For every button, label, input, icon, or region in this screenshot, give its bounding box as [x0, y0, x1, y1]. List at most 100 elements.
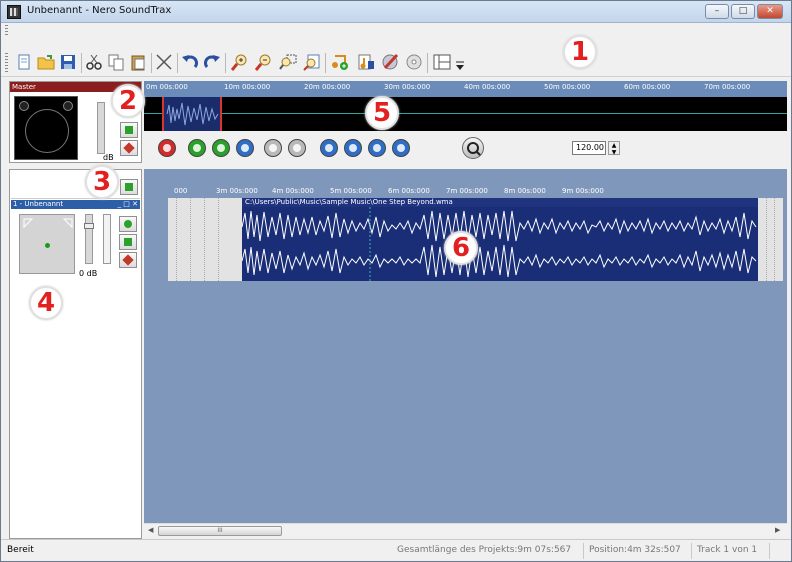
status-ready: Bereit	[7, 545, 34, 555]
redo-icon[interactable]	[203, 53, 221, 71]
app-icon[interactable]	[7, 5, 21, 19]
cd-icon[interactable]	[405, 53, 423, 71]
track-volume-slider[interactable]	[84, 214, 94, 264]
dropdown-icon[interactable]	[455, 59, 465, 71]
track-level-meter	[103, 214, 111, 264]
menu-grip[interactable]	[5, 25, 8, 35]
window-title: Unbenannt - Nero SoundTrax	[27, 5, 172, 16]
track-effects-button[interactable]	[119, 252, 137, 268]
track-column: 1 - Unbenannt _ □ ✕ 0 dB	[9, 169, 142, 539]
minimize-button[interactable]: –	[705, 4, 729, 19]
ruler-tick: 60m 00s:000	[624, 83, 671, 91]
left-speaker-icon	[19, 101, 29, 111]
zoom-view-icon[interactable]	[462, 137, 484, 159]
ruler-tick: 70m 00s:000	[704, 83, 751, 91]
delete-icon[interactable]	[155, 53, 173, 71]
paste-icon[interactable]	[129, 53, 147, 71]
clip-waveform	[242, 207, 758, 281]
menu-strip	[1, 23, 791, 37]
ruler-tick: 8m 00s:000	[504, 187, 546, 195]
right-speaker-icon	[63, 101, 73, 111]
track-window-controls[interactable]: _ □ ✕	[118, 200, 138, 209]
save-icon[interactable]	[59, 53, 77, 71]
zoom-fit-icon[interactable]	[303, 53, 321, 71]
visualizer-ring	[25, 109, 69, 153]
layout-icon[interactable]	[433, 53, 451, 71]
toolbar-grip[interactable]	[5, 53, 8, 73]
close-button[interactable]: ✕	[757, 4, 783, 19]
ruler-tick: 20m 00s:000	[304, 83, 351, 91]
open-folder-icon[interactable]	[37, 53, 55, 71]
pan-pad[interactable]	[19, 214, 75, 274]
edit-area[interactable]: 000 3m 00s:000 4m 00s:000 5m 00s:000 6m …	[144, 169, 787, 523]
play-icon[interactable]	[188, 139, 206, 157]
pause-icon[interactable]	[264, 139, 282, 157]
volume-thumb[interactable]	[84, 223, 94, 229]
ruler-tick: 6m 00s:000	[388, 187, 430, 195]
ruler-tick: 4m 00s:000	[272, 187, 314, 195]
overview-selection[interactable]	[162, 97, 222, 131]
new-document-icon[interactable]	[15, 53, 33, 71]
callout-1: 1	[563, 35, 597, 69]
scroll-right-icon[interactable]: ▶	[775, 526, 780, 534]
rewind-icon[interactable]	[344, 139, 362, 157]
add-track-button[interactable]	[120, 179, 138, 195]
status-total-length: Gesamtlänge des Projekts:9m 07s:567	[397, 545, 572, 555]
copy-icon[interactable]	[107, 53, 125, 71]
zoom-selection-icon[interactable]	[279, 53, 297, 71]
play-from-cursor-icon[interactable]	[212, 139, 230, 157]
ruler-tick: 30m 00s:000	[384, 83, 431, 91]
go-to-start-icon[interactable]	[320, 139, 338, 157]
track-name: 1 - Unbenannt	[13, 200, 64, 208]
ruler-tick: 0m 00s:000	[146, 83, 188, 91]
zoom-out-icon[interactable]	[254, 53, 273, 71]
audio-clip[interactable]: C:\Users\Public\Music\Sample Music\One S…	[242, 198, 758, 281]
track-play-button[interactable]	[119, 216, 137, 232]
callout-3: 3	[85, 165, 119, 199]
main-toolbar	[1, 37, 791, 77]
transport-bar: 120.00 ▲ ▼	[144, 131, 787, 167]
master-output-button[interactable]	[120, 122, 138, 138]
status-position: Position:4m 32s:507	[589, 545, 681, 555]
overview-waveform[interactable]	[144, 97, 787, 131]
overview-baseline	[144, 113, 787, 114]
clip-path-label: C:\Users\Public\Music\Sample Music\One S…	[242, 198, 758, 207]
master-volume-slider[interactable]	[97, 102, 105, 154]
undo-icon[interactable]	[181, 53, 199, 71]
status-bar: Bereit Gesamtlänge des Projekts:9m 07s:5…	[1, 539, 791, 561]
ruler-tick: 9m 00s:000	[562, 187, 604, 195]
maximize-button[interactable]: □	[731, 4, 755, 19]
master-visualizer	[14, 96, 78, 160]
scroll-thumb[interactable]: III	[158, 526, 282, 536]
burn-icon[interactable]	[381, 53, 399, 71]
zoom-in-icon[interactable]	[230, 53, 249, 71]
callout-6: 6	[444, 231, 478, 265]
track-db-label: 0 dB	[79, 269, 98, 278]
go-to-end-icon[interactable]	[392, 139, 410, 157]
bpm-spinner[interactable]: ▲ ▼	[608, 141, 620, 156]
stop-icon[interactable]	[288, 139, 306, 157]
cut-icon[interactable]	[85, 53, 103, 71]
track-column-header	[11, 171, 140, 199]
overview-ruler[interactable]: 0m 00s:000 10m 00s:000 20m 00s:000 30m 0…	[144, 81, 787, 97]
fast-forward-icon[interactable]	[368, 139, 386, 157]
master-effects-button[interactable]	[120, 140, 138, 156]
track-output-button[interactable]	[119, 234, 137, 250]
add-audio-icon[interactable]	[331, 53, 349, 71]
scroll-left-icon[interactable]: ◀	[148, 526, 153, 534]
status-track: Track 1 von 1	[697, 545, 758, 555]
horizontal-scrollbar[interactable]: ◀ III ▶	[144, 523, 787, 537]
ruler-tick: 40m 00s:000	[464, 83, 511, 91]
ruler-tick: 50m 00s:000	[544, 83, 591, 91]
record-icon[interactable]	[158, 139, 176, 157]
master-db-label: dB	[103, 153, 114, 162]
ruler-tick: 3m 00s:000	[216, 187, 258, 195]
track-header[interactable]: 1 - Unbenannt _ □ ✕	[11, 200, 140, 209]
loop-icon[interactable]	[236, 139, 254, 157]
callout-5: 5	[365, 96, 399, 130]
ruler-tick: 5m 00s:000	[330, 187, 372, 195]
callout-4: 4	[29, 286, 63, 320]
bpm-input[interactable]: 120.00	[572, 141, 606, 155]
ruler-tick: 10m 00s:000	[224, 83, 271, 91]
music-note-icon[interactable]	[357, 53, 375, 71]
